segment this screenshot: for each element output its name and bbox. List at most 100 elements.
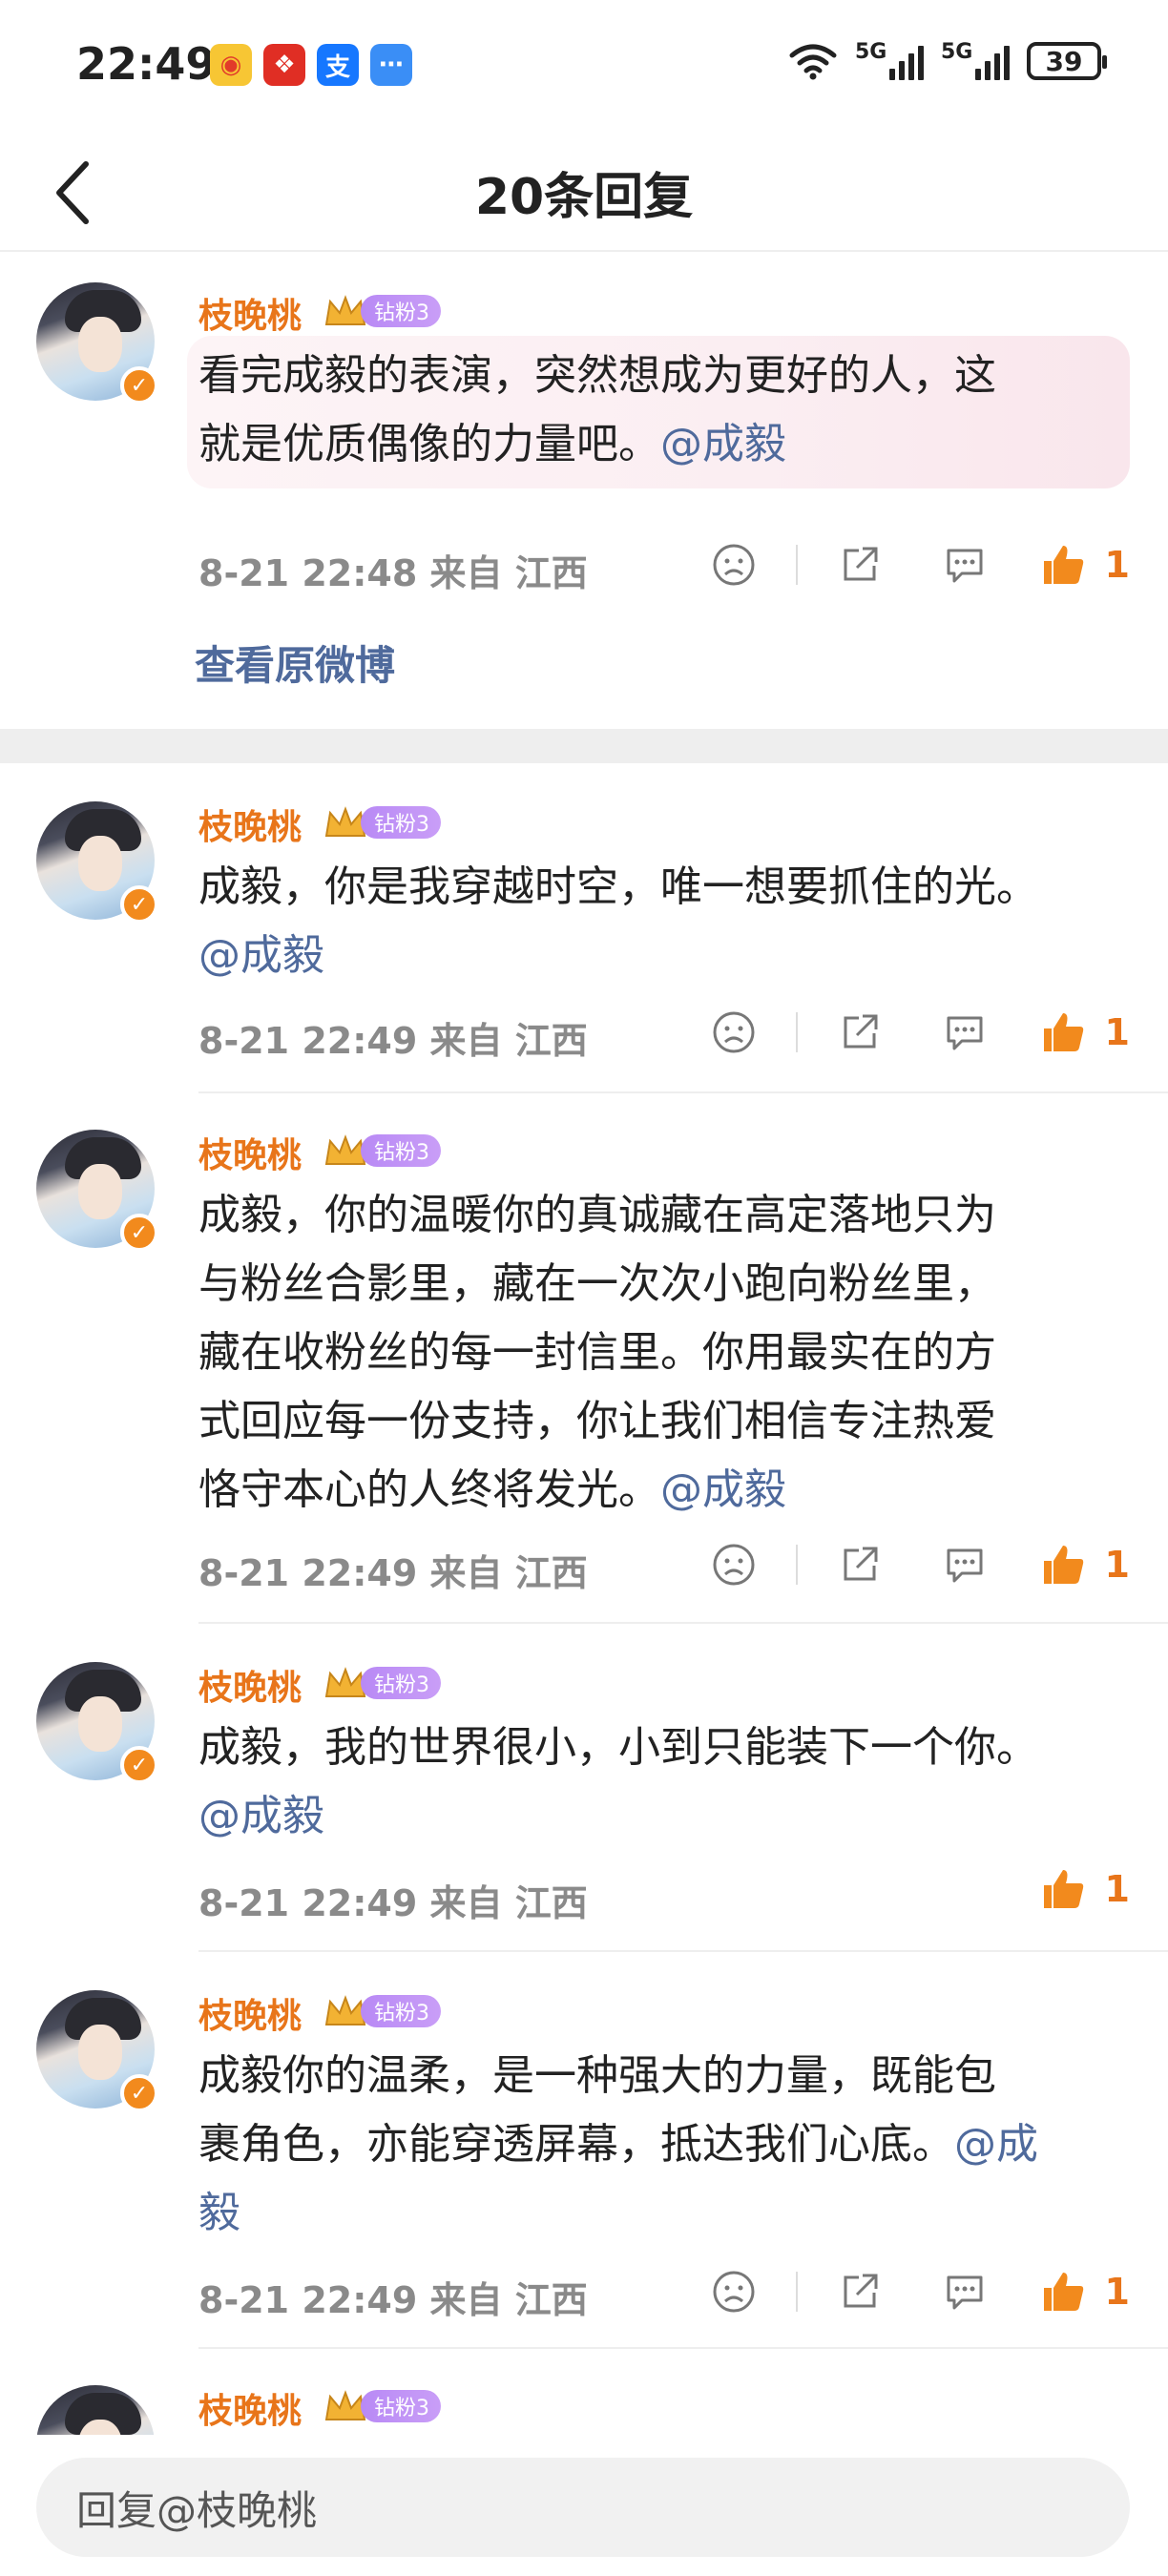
verified-badge-icon: ✓ bbox=[120, 366, 158, 405]
username[interactable]: 枝晚桃 bbox=[198, 1988, 302, 2038]
reply-bar: 回复@枝晚桃 bbox=[0, 2435, 1168, 2576]
comment-button[interactable] bbox=[912, 1004, 1017, 1061]
view-original-post-link[interactable]: 查看原微博 bbox=[195, 634, 395, 692]
mention-link[interactable]: @成毅 bbox=[660, 1465, 786, 1514]
share-button[interactable] bbox=[807, 2263, 912, 2320]
reply-actions: 1 bbox=[681, 2263, 1130, 2320]
reply-meta: 8-21 22:49 来自 江西 bbox=[198, 2279, 588, 2321]
status-indicators: 5G 5G 39 bbox=[788, 40, 1107, 80]
comment-button[interactable] bbox=[912, 1536, 1017, 1593]
reply-text: 成毅，你的温暖你的真诚藏在高定落地只为 与粉丝合影里，藏在一次次小跑向粉丝里， … bbox=[198, 1191, 996, 1514]
signal-icon-1: 5G bbox=[855, 40, 924, 80]
comment-meta: 8-21 22:48 来自 江西 bbox=[198, 552, 588, 594]
share-icon bbox=[844, 1014, 878, 1049]
alipay-icon: 支 bbox=[317, 44, 359, 86]
signal-icon-2: 5G bbox=[941, 40, 1010, 80]
avatar[interactable]: ✓ bbox=[36, 282, 158, 405]
fan-badge-label: 钻粉3 bbox=[361, 806, 441, 839]
row-divider bbox=[198, 1622, 1168, 1624]
thumbs-up-icon bbox=[1043, 546, 1083, 584]
mention-link[interactable]: @成毅 bbox=[198, 931, 324, 980]
fan-badge-label: 钻粉3 bbox=[361, 1667, 441, 1699]
row-divider bbox=[198, 1950, 1168, 1952]
like-button[interactable]: 1 bbox=[1040, 1009, 1130, 1055]
share-icon bbox=[844, 2274, 878, 2308]
fan-badge[interactable]: 钻粉3 bbox=[323, 292, 441, 330]
reply-meta: 8-21 22:49 来自 江西 bbox=[198, 1552, 588, 1594]
fan-badge-label: 钻粉3 bbox=[361, 1134, 441, 1167]
share-button[interactable] bbox=[807, 1004, 912, 1061]
comment-text: 看完成毅的表演，突然想成为更好的人，这 就是优质偶像的力量吧。@成毅 bbox=[198, 351, 996, 468]
avatar[interactable]: ✓ bbox=[36, 1662, 158, 1784]
reply-actions: 1 bbox=[681, 1536, 1130, 1593]
share-button[interactable] bbox=[807, 536, 912, 593]
reply-meta: 8-21 22:49 来自 江西 bbox=[198, 1020, 588, 1062]
section-divider bbox=[0, 729, 1168, 763]
reply-text: 成毅，我的世界很小，小到只能装下一个你。 @成毅 bbox=[198, 1723, 1038, 1840]
share-button[interactable] bbox=[807, 1536, 912, 1593]
fan-badge-label: 钻粉3 bbox=[361, 295, 441, 327]
status-app-icons: ◉ ❖ 支 ⋯ bbox=[210, 44, 412, 86]
username[interactable]: 枝晚桃 bbox=[198, 288, 302, 338]
row-divider bbox=[198, 1091, 1168, 1093]
wifi-icon bbox=[789, 44, 837, 80]
mention-link[interactable]: @成毅 bbox=[198, 1792, 324, 1840]
username[interactable]: 枝晚桃 bbox=[198, 1128, 302, 1177]
fan-badge-label: 钻粉3 bbox=[361, 2390, 441, 2422]
share-icon bbox=[844, 547, 878, 581]
comment-icon bbox=[947, 549, 983, 583]
sad-face-icon bbox=[713, 1544, 755, 1586]
reply-meta: 8-21 22:49 来自 江西 bbox=[198, 1882, 588, 1924]
reply-text: 成毅，你是我穿越时空，唯一想要抓住的光。 @成毅 bbox=[198, 862, 1038, 980]
like-button[interactable]: 1 bbox=[1040, 2269, 1130, 2315]
verified-badge-icon: ✓ bbox=[120, 1214, 158, 1252]
avatar[interactable]: ✓ bbox=[36, 1130, 158, 1252]
like-button[interactable]: 1 bbox=[1040, 1542, 1130, 1588]
avatar[interactable]: ✓ bbox=[36, 1990, 158, 2112]
fan-badge-label: 钻粉3 bbox=[361, 1995, 441, 2027]
page-title: 20条回复 bbox=[474, 169, 694, 226]
verified-badge-icon: ✓ bbox=[120, 885, 158, 924]
page-header: 20条回复 bbox=[0, 134, 1168, 252]
fan-badge[interactable]: 钻粉3 bbox=[323, 1992, 441, 2030]
dislike-button[interactable] bbox=[681, 536, 786, 593]
fan-badge[interactable]: 钻粉3 bbox=[323, 2387, 441, 2425]
fan-badge[interactable]: 钻粉3 bbox=[323, 1132, 441, 1170]
like-button[interactable]: 1 bbox=[1040, 1866, 1130, 1912]
thumbs-up-icon bbox=[1043, 1546, 1083, 1584]
weibo-icon: ◉ bbox=[210, 44, 252, 86]
comment-icon bbox=[947, 2275, 983, 2310]
thumbs-up-icon bbox=[1043, 1870, 1083, 1908]
dislike-button[interactable] bbox=[681, 1004, 786, 1061]
reply-text: 成毅你的温柔，是一种强大的力量，既能包 裹角色，亦能穿透屏幕，抵达我们心底。@成… bbox=[198, 2051, 1038, 2237]
share-icon bbox=[844, 1547, 878, 1581]
mention-link[interactable]: @成 bbox=[954, 2120, 1038, 2169]
status-bar: 22:49 ◉ ❖ 支 ⋯ 5G 5G 39 bbox=[0, 0, 1168, 134]
dislike-button[interactable] bbox=[681, 2263, 786, 2320]
mention-link-continued[interactable]: 毅 bbox=[198, 2189, 240, 2237]
thumbs-up-icon bbox=[1043, 2273, 1083, 2311]
reply-actions: 1 bbox=[1017, 1866, 1130, 1912]
mention-link[interactable]: @成毅 bbox=[660, 420, 786, 468]
avatar[interactable]: ✓ bbox=[36, 801, 158, 924]
username[interactable]: 枝晚桃 bbox=[198, 800, 302, 849]
row-divider bbox=[198, 2347, 1168, 2349]
pinduoduo-icon: ❖ bbox=[263, 44, 305, 86]
comment-button[interactable] bbox=[912, 536, 1017, 593]
like-button[interactable]: 1 bbox=[1040, 542, 1130, 588]
dislike-button[interactable] bbox=[681, 1536, 786, 1593]
comment-actions: 1 bbox=[681, 536, 1130, 593]
username[interactable]: 枝晚桃 bbox=[198, 1660, 302, 1710]
username[interactable]: 枝晚桃 bbox=[198, 2383, 302, 2433]
message-icon: ⋯ bbox=[370, 44, 412, 86]
status-time: 22:49 bbox=[76, 38, 217, 90]
comment-button[interactable] bbox=[912, 2263, 1017, 2320]
thumbs-up-icon bbox=[1043, 1013, 1083, 1051]
fan-badge[interactable]: 钻粉3 bbox=[323, 1664, 441, 1702]
reply-actions: 1 bbox=[681, 1004, 1130, 1061]
reply-input[interactable]: 回复@枝晚桃 bbox=[36, 2458, 1130, 2557]
fan-badge[interactable]: 钻粉3 bbox=[323, 803, 441, 841]
comment-icon bbox=[947, 1548, 983, 1583]
sad-face-icon bbox=[713, 1011, 755, 1053]
verified-badge-icon: ✓ bbox=[120, 1746, 158, 1784]
